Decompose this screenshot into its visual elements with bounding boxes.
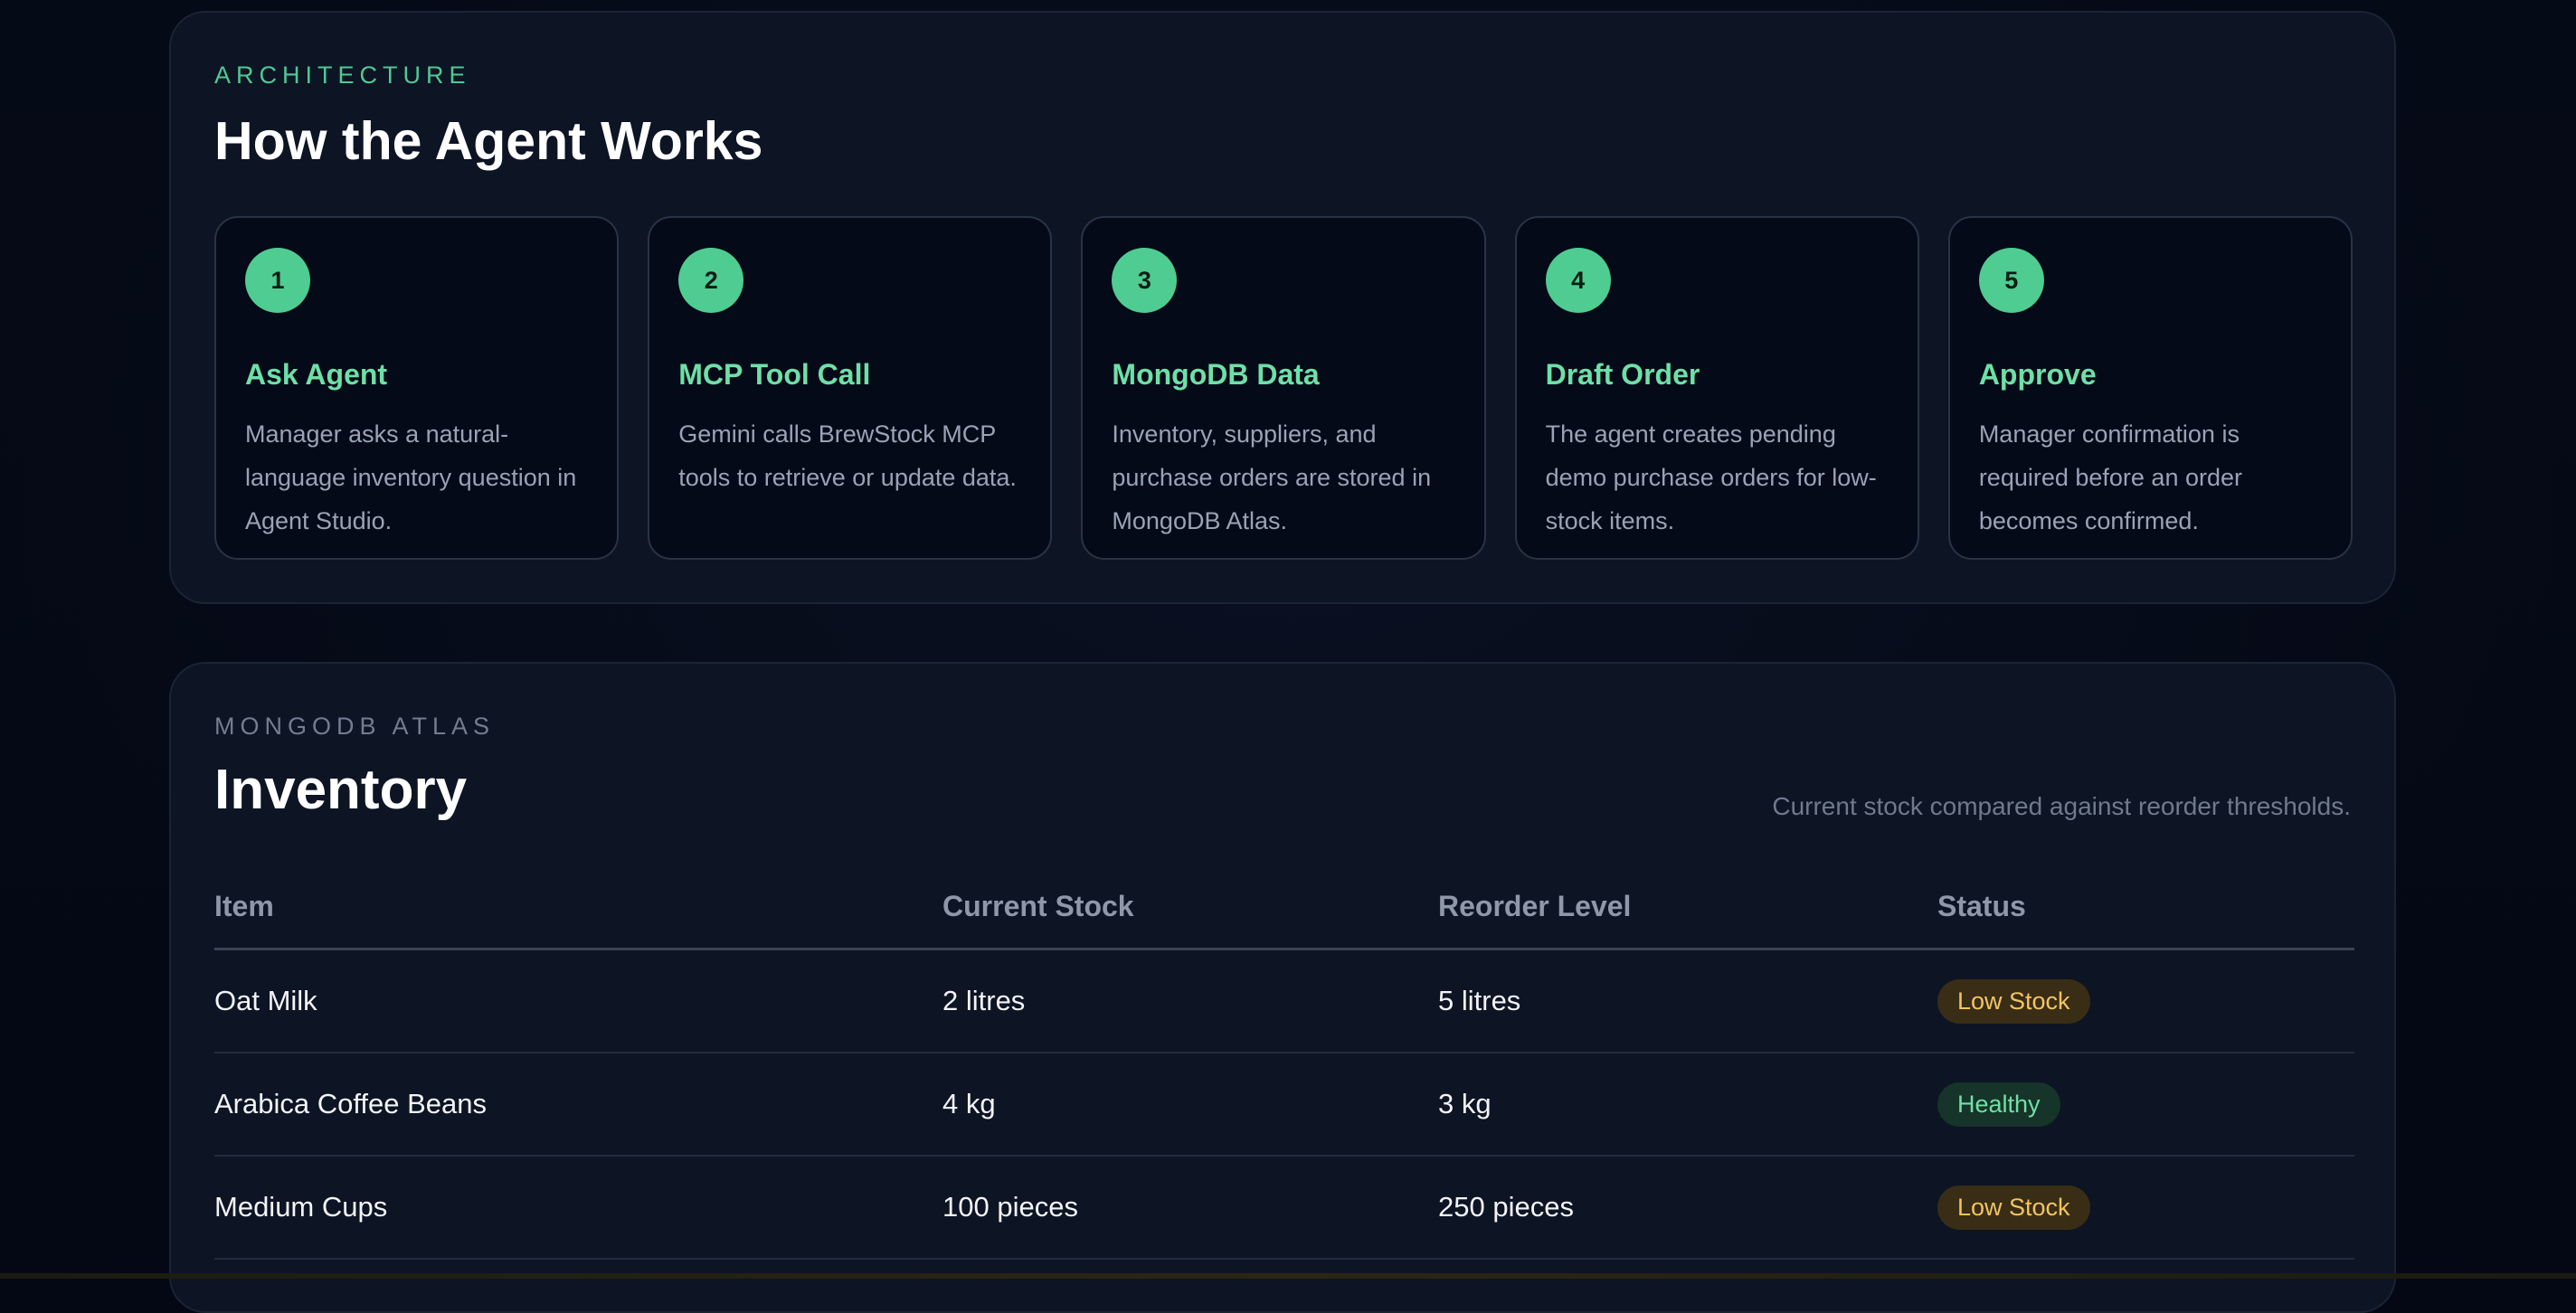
step-number-badge: 2	[678, 248, 744, 313]
step-title: MongoDB Data	[1112, 358, 1320, 391]
status-cell: Healthy	[1937, 1053, 2060, 1155]
column-header-item: Item	[214, 890, 274, 922]
step-title: MCP Tool Call	[678, 358, 871, 391]
steps-list: 1 Ask Agent Manager asks a natural-langu…	[214, 216, 2353, 560]
step-card-ask-agent: 1 Ask Agent Manager asks a natural-langu…	[214, 216, 620, 560]
current-stock-cell: 2 litres	[942, 985, 1026, 1016]
status-badge: Low Stock	[1937, 1185, 2090, 1230]
step-card-mcp-tool-call: 2 MCP Tool Call Gemini calls BrewStock M…	[648, 216, 1053, 560]
reorder-level-cell: 250 pieces	[1438, 1191, 1574, 1223]
step-title: Ask Agent	[245, 358, 388, 391]
architecture-eyebrow: ARCHITECTURE	[214, 61, 471, 89]
table-row: Oat Milk 2 litres 5 litres Low Stock	[214, 950, 2354, 1053]
inventory-table: Item Current Stock Reorder Level Status …	[214, 872, 2354, 1260]
step-card-mongodb-data: 3 MongoDB Data Inventory, suppliers, and…	[1081, 216, 1486, 560]
inventory-title: Inventory	[214, 759, 468, 821]
current-stock-cell: 100 pieces	[942, 1191, 1078, 1223]
step-description: Inventory, suppliers, and purchase order…	[1112, 420, 1432, 534]
step-number-badge: 3	[1112, 248, 1178, 313]
reorder-level-cell: 3 kg	[1438, 1088, 1492, 1119]
inventory-section: MONGODB ATLAS Inventory Current stock co…	[169, 662, 2396, 1313]
step-number-badge: 1	[245, 248, 310, 313]
table-row: Medium Cups 100 pieces 250 pieces Low St…	[214, 1157, 2354, 1260]
item-name-cell: Medium Cups	[214, 1191, 388, 1223]
table-header-row: Item Current Stock Reorder Level Status	[214, 872, 2354, 950]
status-cell: Low Stock	[1937, 950, 2090, 1052]
inventory-eyebrow: MONGODB ATLAS	[214, 713, 496, 740]
step-card-approve: 5 Approve Manager confirmation is requir…	[1947, 216, 2353, 560]
step-title: Draft Order	[1545, 358, 1700, 391]
architecture-title: How the Agent Works	[214, 111, 763, 171]
status-badge: Low Stock	[1937, 978, 2090, 1024]
table-row: Arabica Coffee Beans 4 kg 3 kg Healthy	[214, 1053, 2354, 1157]
item-name-cell: Arabica Coffee Beans	[214, 1088, 488, 1119]
architecture-section: ARCHITECTURE How the Agent Works 1 Ask A…	[169, 11, 2396, 604]
step-card-draft-order: 4 Draft Order The agent creates pending …	[1514, 216, 1919, 560]
column-header-status: Status	[1937, 890, 2026, 922]
step-description: Gemini calls BrewStock MCP tools to retr…	[678, 420, 1017, 491]
column-header-reorder-level: Reorder Level	[1438, 890, 1632, 922]
item-name-cell: Oat Milk	[214, 985, 317, 1016]
status-badge: Healthy	[1937, 1082, 2060, 1127]
step-description: The agent creates pending demo purchase …	[1545, 420, 1877, 534]
step-title: Approve	[1978, 358, 2097, 391]
inventory-subtitle: Current stock compared against reorder t…	[1772, 792, 2351, 820]
current-stock-cell: 4 kg	[942, 1088, 996, 1119]
step-description: Manager asks a natural-language inventor…	[245, 420, 577, 534]
step-description: Manager confirmation is required before …	[1978, 420, 2242, 534]
bottom-edge-strip	[0, 1273, 2576, 1279]
status-cell: Low Stock	[1937, 1157, 2090, 1258]
reorder-level-cell: 5 litres	[1438, 985, 1521, 1016]
step-number-badge: 5	[1978, 248, 2044, 313]
step-number-badge: 4	[1545, 248, 1611, 313]
column-header-current-stock: Current Stock	[942, 890, 1134, 922]
